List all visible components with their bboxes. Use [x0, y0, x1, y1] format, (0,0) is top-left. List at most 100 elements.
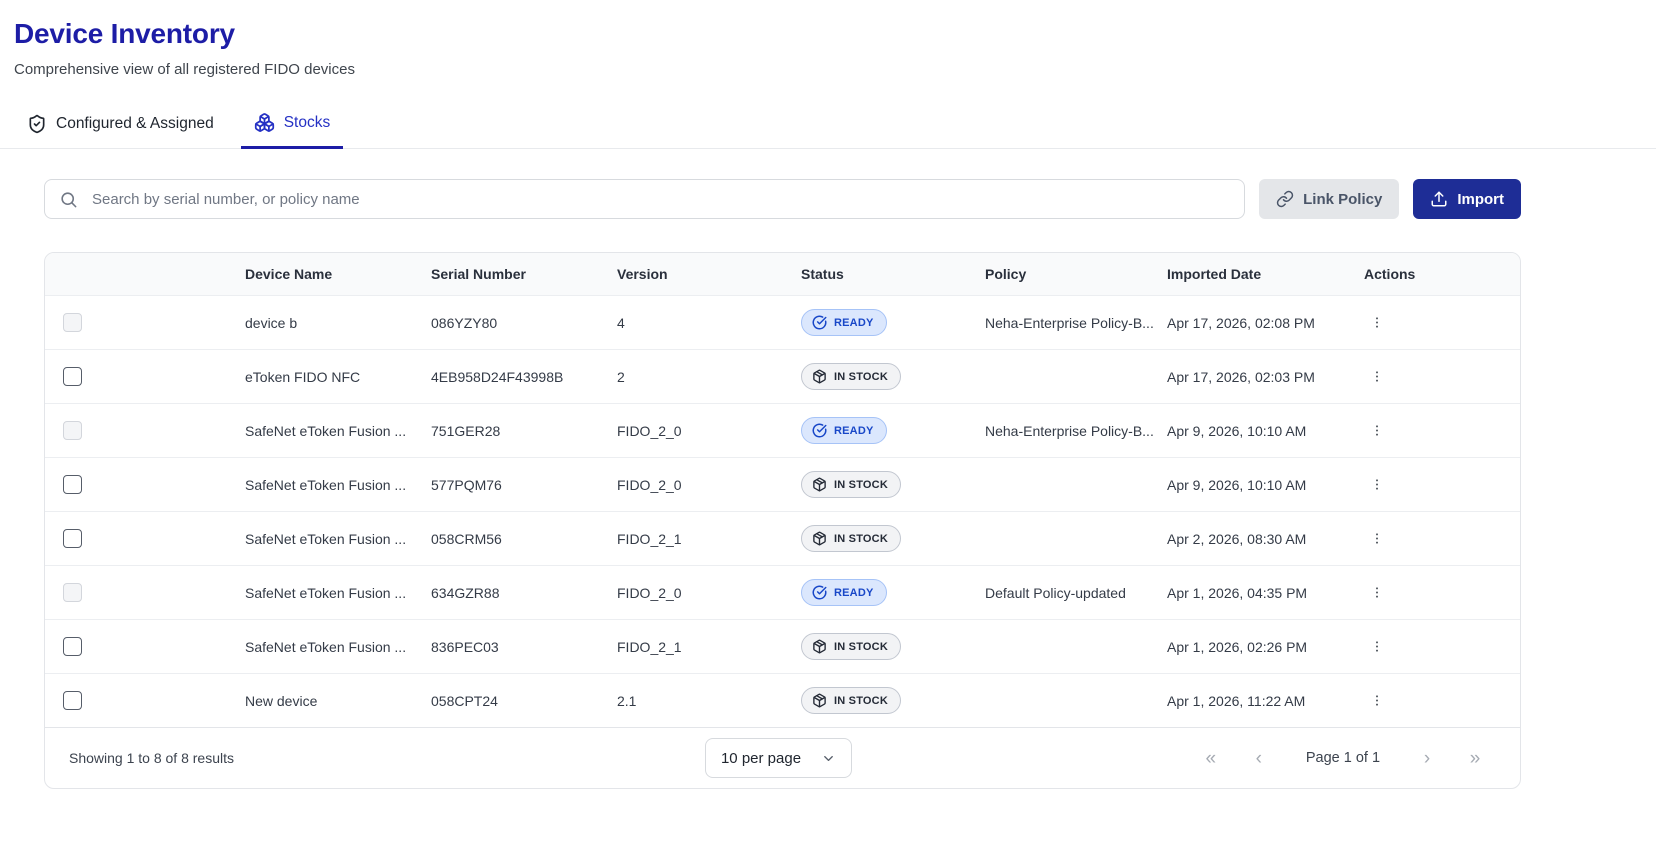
row-checkbox[interactable]: [63, 313, 82, 332]
device-name-cell: device b: [245, 314, 298, 331]
version-cell: FIDO_2_0: [617, 422, 682, 439]
check-circle-icon: [812, 315, 827, 330]
tab-label: Stocks: [283, 113, 331, 131]
column-header-policy: Policy: [985, 266, 1027, 282]
device-name-cell: New device: [245, 692, 318, 709]
imported-date-cell: Apr 1, 2026, 02:26 PM: [1167, 638, 1308, 655]
row-checkbox[interactable]: [63, 475, 82, 494]
status-label: READY: [834, 424, 874, 437]
policy-cell: Neha-Enterprise Policy-B...: [985, 314, 1154, 331]
package-icon: [812, 369, 827, 384]
column-header-status: Status: [801, 266, 844, 282]
device-name-cell: SafeNet eToken Fusion ...: [245, 638, 407, 655]
version-cell: 2: [617, 368, 625, 385]
row-checkbox[interactable]: [63, 367, 82, 386]
column-header-version: Version: [617, 266, 668, 282]
version-cell: FIDO_2_1: [617, 638, 682, 655]
boxes-icon: [254, 112, 275, 133]
column-header-device-name: Device Name: [245, 266, 333, 282]
table-row: SafeNet eToken Fusion ... 751GER28 FIDO_…: [45, 403, 1520, 457]
row-checkbox[interactable]: [63, 421, 82, 440]
row-actions-kebab-icon[interactable]: [1364, 310, 1390, 336]
table-row: SafeNet eToken Fusion ... 836PEC03 FIDO_…: [45, 619, 1520, 673]
status-badge: IN STOCK: [801, 633, 901, 660]
status-badge: READY: [801, 579, 887, 606]
row-actions-kebab-icon[interactable]: [1364, 526, 1390, 552]
tab-stocks[interactable]: Stocks: [240, 104, 344, 149]
imported-date-cell: Apr 9, 2026, 10:10 AM: [1167, 476, 1307, 493]
serial-number-cell: 634GZR88: [431, 584, 500, 601]
row-actions-kebab-icon[interactable]: [1364, 634, 1390, 660]
status-badge: READY: [801, 417, 887, 444]
search-box: [44, 179, 1246, 219]
imported-date-cell: Apr 17, 2026, 02:03 PM: [1167, 368, 1315, 385]
main-content: Link Policy Import Device Name Serial Nu…: [44, 179, 1521, 789]
upload-icon: [1430, 190, 1448, 208]
serial-number-cell: 836PEC03: [431, 638, 499, 655]
per-page-select[interactable]: 10 per page: [704, 738, 853, 778]
pagination: « ‹ Page 1 of 1 › »: [852, 749, 1488, 768]
imported-date-cell: Apr 1, 2026, 11:22 AM: [1167, 692, 1306, 709]
table-row: SafeNet eToken Fusion ... 634GZR88 FIDO_…: [45, 565, 1520, 619]
link-policy-button[interactable]: Link Policy: [1259, 179, 1400, 219]
page-subtitle: Comprehensive view of all registered FID…: [14, 61, 355, 78]
search-input[interactable]: [90, 189, 1231, 209]
page-header: Device Inventory Comprehensive view of a…: [0, 0, 1656, 78]
device-table-card: Device Name Serial Number Version Status…: [44, 252, 1521, 789]
imported-date-cell: Apr 1, 2026, 04:35 PM: [1167, 584, 1308, 601]
per-page-label: 10 per page: [720, 749, 802, 767]
serial-number-cell: 577PQM76: [431, 476, 502, 493]
imported-date-cell: Apr 17, 2026, 02:08 PM: [1167, 314, 1315, 331]
row-checkbox[interactable]: [63, 691, 82, 710]
status-badge: IN STOCK: [801, 363, 901, 390]
last-page-button[interactable]: »: [1462, 749, 1488, 768]
next-page-button[interactable]: ›: [1414, 749, 1440, 768]
serial-number-cell: 4EB958D24F43998B: [431, 368, 564, 385]
row-actions-kebab-icon[interactable]: [1364, 472, 1390, 498]
page-indicator: Page 1 of 1: [1305, 750, 1381, 766]
tab-bar: Configured & Assigned Stocks: [0, 104, 1656, 149]
package-icon: [812, 639, 827, 654]
row-actions-kebab-icon[interactable]: [1364, 580, 1390, 606]
tab-configured-assigned[interactable]: Configured & Assigned: [14, 104, 227, 148]
package-icon: [812, 531, 827, 546]
row-checkbox[interactable]: [63, 583, 82, 602]
search-icon: [59, 190, 78, 209]
column-header-serial-number: Serial Number: [431, 266, 526, 282]
table-row: device b 086YZY80 4 READY Neha-Enterpris…: [45, 295, 1520, 349]
serial-number-cell: 058CPT24: [431, 692, 498, 709]
import-button[interactable]: Import: [1413, 179, 1521, 219]
status-badge: IN STOCK: [801, 687, 901, 714]
row-actions-kebab-icon[interactable]: [1364, 418, 1390, 444]
status-label: READY: [834, 316, 874, 329]
table-header-row: Device Name Serial Number Version Status…: [45, 253, 1520, 295]
previous-page-button[interactable]: ‹: [1246, 749, 1272, 768]
version-cell: 2.1: [617, 692, 637, 709]
device-name-cell: SafeNet eToken Fusion ...: [245, 530, 407, 547]
package-icon: [812, 477, 827, 492]
row-actions-kebab-icon[interactable]: [1364, 364, 1390, 390]
serial-number-cell: 751GER28: [431, 422, 501, 439]
policy-cell: Default Policy-updated: [985, 584, 1126, 601]
link-policy-label: Link Policy: [1303, 190, 1383, 208]
check-circle-icon: [812, 423, 827, 438]
table-row: SafeNet eToken Fusion ... 577PQM76 FIDO_…: [45, 457, 1520, 511]
device-name-cell: SafeNet eToken Fusion ...: [245, 476, 407, 493]
device-name-cell: eToken FIDO NFC: [245, 368, 361, 385]
policy-cell: Neha-Enterprise Policy-B...: [985, 422, 1154, 439]
status-label: READY: [834, 586, 874, 599]
table-body: device b 086YZY80 4 READY Neha-Enterpris…: [45, 295, 1520, 727]
serial-number-cell: 086YZY80: [431, 314, 498, 331]
row-actions-kebab-icon[interactable]: [1364, 688, 1390, 714]
row-checkbox[interactable]: [63, 637, 82, 656]
device-name-cell: SafeNet eToken Fusion ...: [245, 584, 407, 601]
device-name-cell: SafeNet eToken Fusion ...: [245, 422, 407, 439]
import-label: Import: [1457, 190, 1504, 208]
first-page-button[interactable]: «: [1198, 749, 1224, 768]
row-checkbox[interactable]: [63, 529, 82, 548]
serial-number-cell: 058CRM56: [431, 530, 502, 547]
link-icon: [1276, 190, 1294, 208]
imported-date-cell: Apr 9, 2026, 10:10 AM: [1167, 422, 1307, 439]
page-title: Device Inventory: [14, 18, 235, 49]
check-circle-icon: [812, 585, 827, 600]
